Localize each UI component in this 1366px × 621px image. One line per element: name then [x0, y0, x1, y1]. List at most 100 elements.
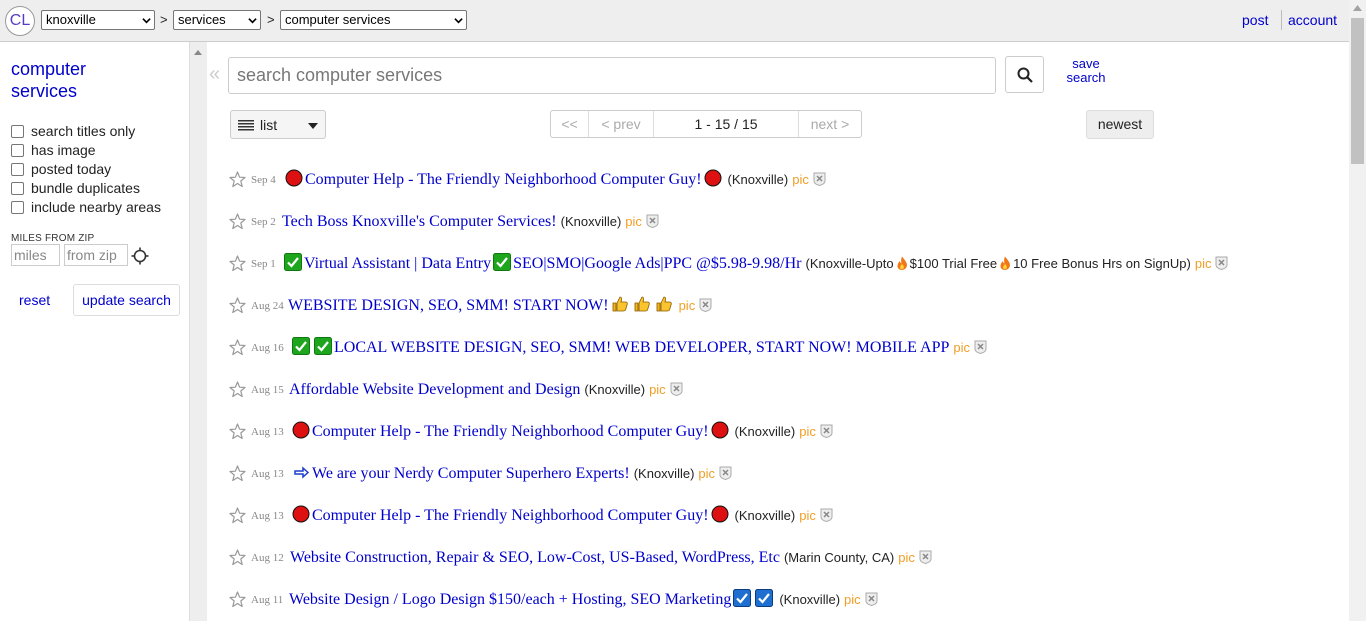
- hide-listing-icon[interactable]: [820, 422, 833, 439]
- listing-title[interactable]: Computer Help - The Friendly Neighborhoo…: [312, 507, 709, 524]
- filter-label: has image: [31, 142, 96, 158]
- filter-label: search titles only: [31, 123, 136, 139]
- listing-title[interactable]: Virtual Assistant | Data Entry: [304, 255, 491, 272]
- filter-label: bundle duplicates: [31, 180, 140, 196]
- favorite-star-icon[interactable]: [229, 549, 246, 566]
- sidebar-scrollbar[interactable]: [190, 42, 207, 621]
- collapse-sidebar-icon[interactable]: «: [209, 64, 220, 84]
- hide-listing-icon[interactable]: [820, 506, 833, 523]
- hide-listing-icon[interactable]: [1215, 254, 1228, 271]
- favorite-star-icon[interactable]: [229, 423, 246, 440]
- view-mode-select[interactable]: list: [230, 110, 326, 139]
- post-link[interactable]: post: [1242, 12, 1268, 28]
- chevron-down-icon: [142, 18, 151, 24]
- listing-content: Website Construction, Repair & SEO, Low-…: [290, 546, 932, 569]
- favorite-star-icon[interactable]: [229, 339, 246, 356]
- hide-listing-icon[interactable]: [646, 212, 659, 229]
- thumbs-up-icon: [655, 295, 673, 313]
- listing-title[interactable]: Website Construction, Repair & SEO, Low-…: [290, 549, 780, 566]
- miles-from-zip-label: MILES FROM ZIP: [11, 233, 95, 244]
- first-page-button[interactable]: <<: [551, 111, 589, 137]
- red-circle-icon: [292, 421, 310, 439]
- city-select[interactable]: knoxville: [41, 10, 155, 30]
- fire-icon: [998, 254, 1012, 270]
- hide-listing-icon[interactable]: [919, 548, 932, 565]
- city-select-value: knoxville: [46, 12, 96, 27]
- listing-date: Aug 24: [251, 300, 284, 312]
- category-title[interactable]: computer services: [11, 58, 181, 102]
- category-group-select[interactable]: services: [173, 10, 261, 30]
- blue-check-icon: [733, 589, 752, 607]
- listing-title[interactable]: We are your Nerdy Computer Superhero Exp…: [312, 465, 630, 482]
- account-link[interactable]: account: [1288, 12, 1337, 28]
- hide-listing-icon[interactable]: [670, 380, 683, 397]
- green-check-icon: [292, 337, 310, 355]
- save-search-line2: search: [1066, 70, 1106, 85]
- favorite-star-icon[interactable]: [229, 171, 246, 188]
- listing-title[interactable]: Computer Help - The Friendly Neighborhoo…: [312, 423, 709, 440]
- listing-date: Aug 15: [251, 384, 284, 396]
- listing-location: (Knoxville): [560, 214, 622, 229]
- hide-listing-icon[interactable]: [719, 464, 732, 481]
- filter-label: include nearby areas: [31, 199, 161, 215]
- listing-location: (Knoxville-Upto: [805, 256, 894, 271]
- checkbox[interactable]: [11, 144, 24, 157]
- listing-content: Affordable Website Development and Desig…: [289, 378, 683, 401]
- miles-input[interactable]: miles: [11, 244, 60, 266]
- page-scrollbar[interactable]: [1349, 0, 1366, 621]
- scroll-up-arrow-icon[interactable]: [1353, 5, 1362, 11]
- sort-newest-button[interactable]: newest: [1086, 110, 1154, 139]
- listing-pic-tag: pic: [799, 424, 816, 439]
- red-circle-icon: [704, 169, 722, 187]
- search-input[interactable]: search computer services: [228, 57, 996, 94]
- hide-listing-icon[interactable]: [813, 170, 826, 187]
- update-search-button[interactable]: update search: [73, 284, 180, 316]
- filter-label: posted today: [31, 161, 112, 177]
- listing-title[interactable]: Tech Boss Knoxville's Computer Services!: [282, 213, 557, 230]
- breadcrumb-separator: >: [267, 12, 275, 27]
- listing-title[interactable]: Website Design / Logo Design $150/each +…: [289, 591, 731, 608]
- checkbox[interactable]: [11, 125, 24, 138]
- favorite-star-icon[interactable]: [229, 255, 246, 272]
- zip-input[interactable]: from zip: [64, 244, 128, 266]
- listing-title[interactable]: Affordable Website Development and Desig…: [289, 381, 580, 398]
- favorite-star-icon[interactable]: [229, 297, 246, 314]
- hide-listing-icon[interactable]: [699, 296, 712, 313]
- listing-content: Computer Help - The Friendly Neighborhoo…: [283, 168, 826, 191]
- scroll-up-arrow-icon[interactable]: [193, 48, 203, 56]
- listing-title[interactable]: Computer Help - The Friendly Neighborhoo…: [305, 171, 702, 188]
- chevron-down-icon: [248, 18, 257, 24]
- category-select[interactable]: computer services: [280, 10, 467, 30]
- checkbox[interactable]: [11, 163, 24, 176]
- listing-title[interactable]: SEO|SMO|Google Ads|PPC @$5.98-9.98/Hr: [513, 255, 801, 272]
- listing-location: $100 Trial Free: [909, 256, 998, 271]
- prev-page-button[interactable]: < prev: [589, 111, 654, 137]
- green-check-icon: [314, 337, 332, 355]
- favorite-star-icon[interactable]: [229, 213, 246, 230]
- red-circle-icon: [711, 421, 729, 439]
- hide-listing-icon[interactable]: [865, 590, 878, 607]
- craigslist-logo[interactable]: CL: [5, 6, 35, 36]
- reset-link[interactable]: reset: [19, 292, 50, 308]
- category-select-value: computer services: [285, 12, 391, 27]
- red-circle-icon: [285, 169, 303, 187]
- scrollbar-thumb[interactable]: [1351, 18, 1364, 164]
- listing-location: 10 Free Bonus Hrs on SignUp): [1013, 256, 1191, 271]
- next-page-button[interactable]: next >: [799, 111, 861, 137]
- listing-pic-tag: pic: [625, 214, 642, 229]
- listing-pic-tag: pic: [649, 382, 666, 397]
- checkbox[interactable]: [11, 201, 24, 214]
- listing-content: We are your Nerdy Computer Superhero Exp…: [290, 462, 732, 485]
- save-search-link[interactable]: save search: [1062, 57, 1110, 85]
- favorite-star-icon[interactable]: [229, 591, 246, 608]
- favorite-star-icon[interactable]: [229, 465, 246, 482]
- listing-title[interactable]: WEBSITE DESIGN, SEO, SMM! START NOW!: [288, 297, 609, 314]
- category-group-value: services: [178, 12, 226, 27]
- favorite-star-icon[interactable]: [229, 381, 246, 398]
- locate-icon[interactable]: [131, 247, 149, 265]
- listing-title[interactable]: LOCAL WEBSITE DESIGN, SEO, SMM! WEB DEVE…: [334, 339, 949, 356]
- search-button[interactable]: [1005, 56, 1044, 93]
- favorite-star-icon[interactable]: [229, 507, 246, 524]
- hide-listing-icon[interactable]: [974, 338, 987, 355]
- checkbox[interactable]: [11, 182, 24, 195]
